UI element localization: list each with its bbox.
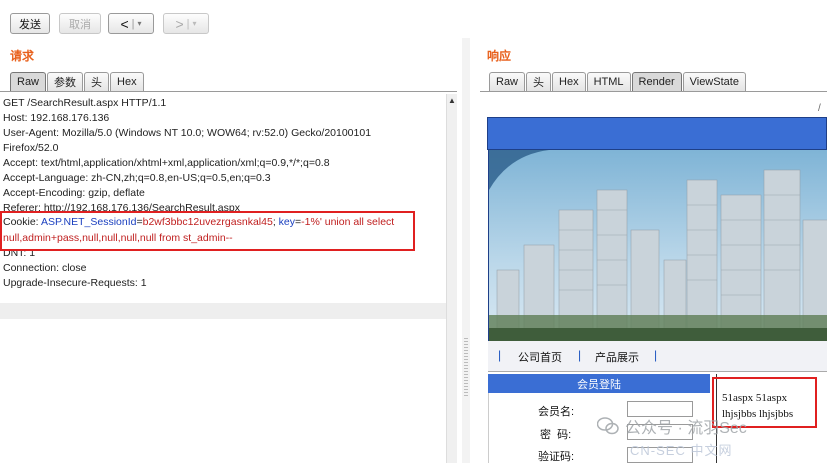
request-tabs: Raw 参数 头 Hex bbox=[10, 72, 145, 91]
editor-empty-row bbox=[0, 303, 446, 319]
back-button[interactable]: < | ▾ bbox=[108, 13, 154, 34]
tab-params[interactable]: 参数 bbox=[47, 72, 84, 91]
response-tabs: Raw 头 Hex HTML Render ViewState bbox=[489, 72, 747, 91]
member-label: 会员名: bbox=[538, 406, 575, 418]
request-line: Upgrade-Insecure-Requests: 1 bbox=[3, 277, 147, 289]
request-scrollbar[interactable]: ▲ bbox=[446, 94, 457, 463]
request-line: Accept: text/html,application/xhtml+xml,… bbox=[3, 157, 330, 169]
separator: | bbox=[186, 17, 190, 30]
site-nav-bar: | 公司首页 | 产品展示 | bbox=[488, 341, 827, 372]
forward-button[interactable]: > | ▾ bbox=[163, 13, 209, 34]
splitter-grip[interactable] bbox=[464, 338, 468, 398]
captcha-label: 验证码: bbox=[538, 451, 575, 463]
tab-headers[interactable]: 头 bbox=[526, 72, 552, 91]
request-line: Firefox/52.0 bbox=[3, 142, 59, 154]
chevron-down-icon: ▾ bbox=[137, 19, 142, 28]
request-line: Connection: close bbox=[3, 262, 87, 274]
back-arrow-icon: < bbox=[120, 15, 129, 32]
request-line: Accept-Language: zh-CN,zh;q=0.8,en-US;q=… bbox=[3, 172, 271, 184]
cookie-highlight-box bbox=[0, 211, 415, 251]
chevron-down-icon: ▾ bbox=[192, 19, 197, 28]
password-label: 密 码: bbox=[540, 429, 572, 441]
response-title: 响应 bbox=[487, 49, 512, 63]
tab-hex[interactable]: Hex bbox=[110, 72, 144, 91]
watermark-site: CN-SEC 中文网 bbox=[630, 443, 733, 458]
nav-separator: | bbox=[578, 348, 582, 362]
watermark-text: 公众号 · 流羽Sec bbox=[625, 420, 747, 437]
wechat-icon bbox=[597, 417, 619, 435]
tab-raw[interactable]: Raw bbox=[10, 72, 47, 91]
site-header-bar bbox=[487, 117, 827, 150]
request-line: User-Agent: Mozilla/5.0 (Windows NT 10.0… bbox=[3, 127, 372, 139]
city-banner-image bbox=[488, 150, 827, 341]
request-pane-border bbox=[0, 91, 457, 92]
response-pane-border bbox=[480, 91, 827, 92]
nav-item-home[interactable]: 公司首页 bbox=[518, 349, 562, 365]
toolbar: 发送 取消 < | ▾ > | ▾ bbox=[0, 0, 827, 42]
nav-separator: | bbox=[498, 348, 502, 362]
tab-viewstate[interactable]: ViewState bbox=[682, 72, 746, 91]
forward-arrow-icon: > bbox=[175, 15, 184, 32]
separator: | bbox=[131, 17, 135, 30]
request-line: Host: 192.168.176.136 bbox=[3, 112, 110, 124]
login-title: 会员登陆 bbox=[488, 374, 710, 393]
skyline-illustration bbox=[489, 150, 827, 341]
watermark: 公众号 · 流羽Sec bbox=[597, 414, 747, 438]
tab-html[interactable]: HTML bbox=[586, 72, 631, 91]
tab-render[interactable]: Render bbox=[631, 72, 682, 91]
tab-hex[interactable]: Hex bbox=[552, 72, 586, 91]
nav-item-products[interactable]: 产品展示 bbox=[595, 349, 639, 365]
request-title: 请求 bbox=[10, 49, 35, 63]
send-button[interactable]: 发送 bbox=[10, 13, 50, 34]
request-line: GET /SearchResult.aspx HTTP/1.1 bbox=[3, 97, 167, 109]
tab-raw[interactable]: Raw bbox=[489, 72, 526, 91]
scroll-up-icon[interactable]: ▲ bbox=[448, 96, 456, 105]
splitter[interactable] bbox=[462, 38, 470, 463]
nav-separator: | bbox=[654, 348, 658, 362]
render-slash: / bbox=[818, 103, 821, 114]
request-line: Accept-Encoding: gzip, deflate bbox=[3, 187, 145, 199]
cancel-button[interactable]: 取消 bbox=[59, 13, 101, 34]
tab-headers[interactable]: 头 bbox=[84, 72, 110, 91]
